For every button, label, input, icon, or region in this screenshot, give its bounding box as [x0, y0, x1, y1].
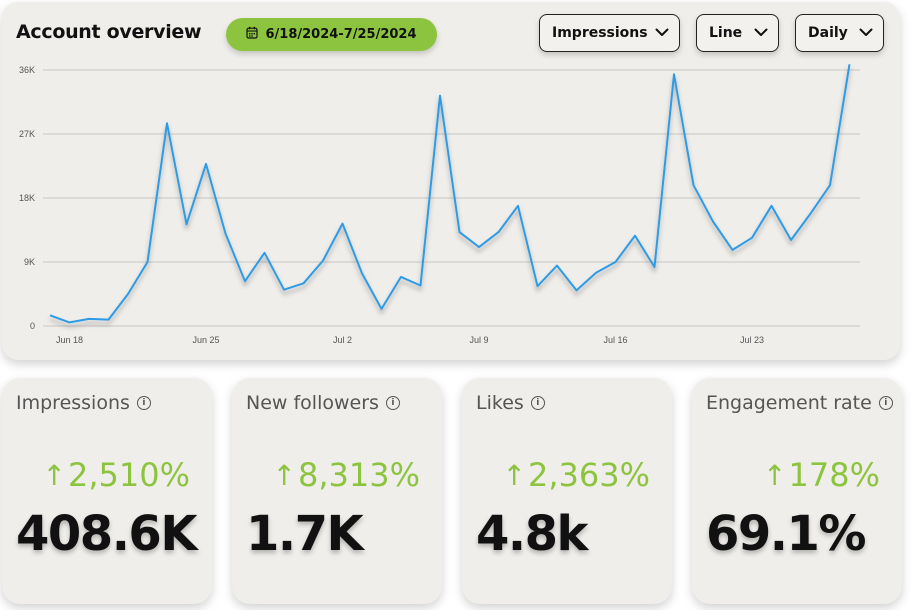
info-icon[interactable]: i — [878, 396, 893, 410]
card-change: ↑ 178% — [763, 456, 880, 494]
card-label: Likes — [476, 392, 524, 414]
x-tick-label: Jul 23 — [740, 335, 764, 345]
card-label: New followers — [246, 392, 379, 414]
card-change: ↑ 8,313% — [273, 456, 420, 494]
card-label-row: Likes i — [476, 392, 545, 414]
arrow-up-icon: ↑ — [502, 458, 526, 492]
y-tick-label: 36K — [19, 65, 35, 75]
card-value: 1.7K — [246, 506, 364, 562]
metric-card-engagement-rate: Engagement rate i ↑ 178% 69.1% — [692, 378, 902, 604]
x-tick-label: Jun 25 — [192, 335, 219, 345]
y-tick-label: 9K — [24, 257, 35, 267]
y-tick-label: 27K — [19, 129, 35, 139]
y-tick-label: 18K — [19, 193, 35, 203]
x-tick-label: Jun 18 — [56, 335, 83, 345]
card-change-value: 8,313% — [297, 456, 420, 494]
card-value: 408.6K — [16, 506, 198, 562]
metric-card-impressions: Impressions i ↑ 2,510% 408.6K — [2, 378, 212, 604]
metric-card-new-followers: New followers i ↑ 8,313% 1.7K — [232, 378, 442, 604]
impressions-series-line — [49, 64, 851, 324]
x-tick-label: Jul 2 — [333, 335, 352, 345]
card-label-row: Engagement rate i — [706, 392, 893, 414]
arrow-up-icon: ↑ — [42, 458, 66, 492]
card-label: Impressions — [16, 392, 130, 414]
x-tick-label: Jul 16 — [603, 335, 627, 345]
card-label-row: Impressions i — [16, 392, 151, 414]
card-value: 69.1% — [706, 506, 867, 562]
info-icon[interactable]: i — [385, 396, 400, 410]
card-change-value: 2,510% — [67, 456, 190, 494]
x-tick-label: Jul 9 — [469, 335, 488, 345]
card-label: Engagement rate — [706, 392, 872, 414]
impressions-line-chart: 0 9K 18K 27K 36K Jun 18 Jun 25 Jul 2 Jul 9 Jul 16… — [19, 64, 860, 345]
info-icon[interactable]: i — [530, 396, 545, 410]
card-change-value: 178% — [788, 456, 880, 494]
card-change: ↑ 2,363% — [503, 456, 650, 494]
card-change: ↑ 2,510% — [43, 456, 190, 494]
arrow-up-icon: ↑ — [272, 458, 296, 492]
card-value: 4.8k — [476, 506, 588, 562]
card-label-row: New followers i — [246, 392, 400, 414]
info-icon[interactable]: i — [136, 396, 151, 410]
arrow-up-icon: ↑ — [763, 458, 787, 492]
card-change-value: 2,363% — [527, 456, 650, 494]
metric-card-likes: Likes i ↑ 2,363% 4.8k — [462, 378, 672, 604]
y-tick-label: 0 — [30, 321, 35, 331]
